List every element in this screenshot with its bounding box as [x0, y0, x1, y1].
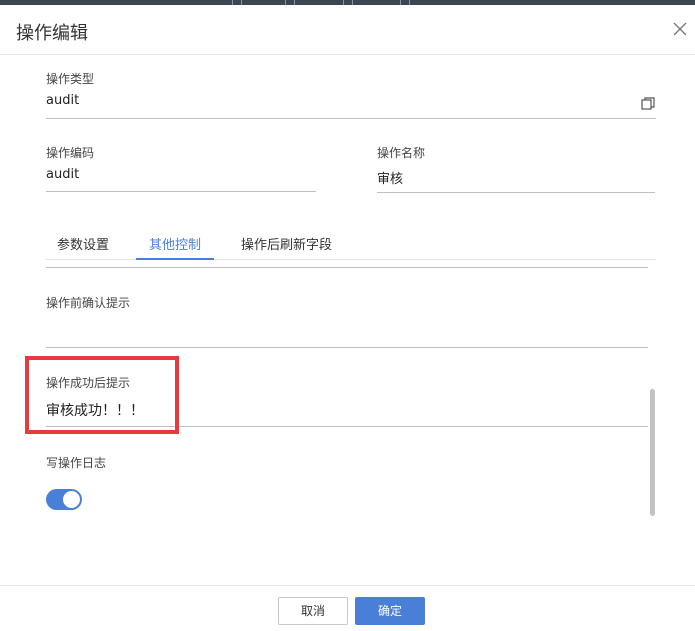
tab-refresh-fields[interactable]: 操作后刷新字段 — [241, 234, 332, 260]
pre-confirm-label: 操作前确认提示 — [46, 296, 131, 310]
cancel-button[interactable]: 取消 — [278, 597, 348, 625]
tab-bar: 参数设置 其他控制 操作后刷新字段 — [46, 230, 656, 260]
op-code-field[interactable]: audit — [46, 167, 79, 182]
section-divider — [46, 267, 648, 268]
op-code-label: 操作编码 — [46, 146, 95, 160]
dialog-header: 操作编辑 — [0, 5, 695, 55]
copy-icon[interactable] — [641, 95, 655, 110]
ok-button[interactable]: 确定 — [355, 597, 425, 625]
op-type-underline — [46, 118, 656, 119]
write-log-toggle[interactable] — [46, 489, 82, 510]
toggle-knob — [63, 491, 80, 508]
pre-confirm-underline — [46, 347, 648, 348]
op-name-field[interactable]: 审核 — [377, 168, 403, 187]
highlight-box — [25, 356, 179, 434]
op-type-field[interactable]: audit — [46, 93, 79, 108]
close-icon[interactable] — [673, 22, 687, 36]
tab-param-settings[interactable]: 参数设置 — [57, 234, 109, 260]
op-name-label: 操作名称 — [377, 146, 426, 160]
dialog-footer: 取消 确定 — [0, 585, 695, 631]
dialog-title: 操作编辑 — [16, 23, 88, 44]
scrollbar[interactable] — [650, 389, 655, 516]
op-name-underline — [377, 192, 655, 193]
tab-other-control[interactable]: 其他控制 — [136, 234, 215, 260]
op-code-underline — [46, 191, 316, 192]
write-log-label: 写操作日志 — [46, 456, 107, 470]
op-type-label: 操作类型 — [46, 72, 95, 86]
pre-confirm-field[interactable] — [46, 318, 646, 338]
